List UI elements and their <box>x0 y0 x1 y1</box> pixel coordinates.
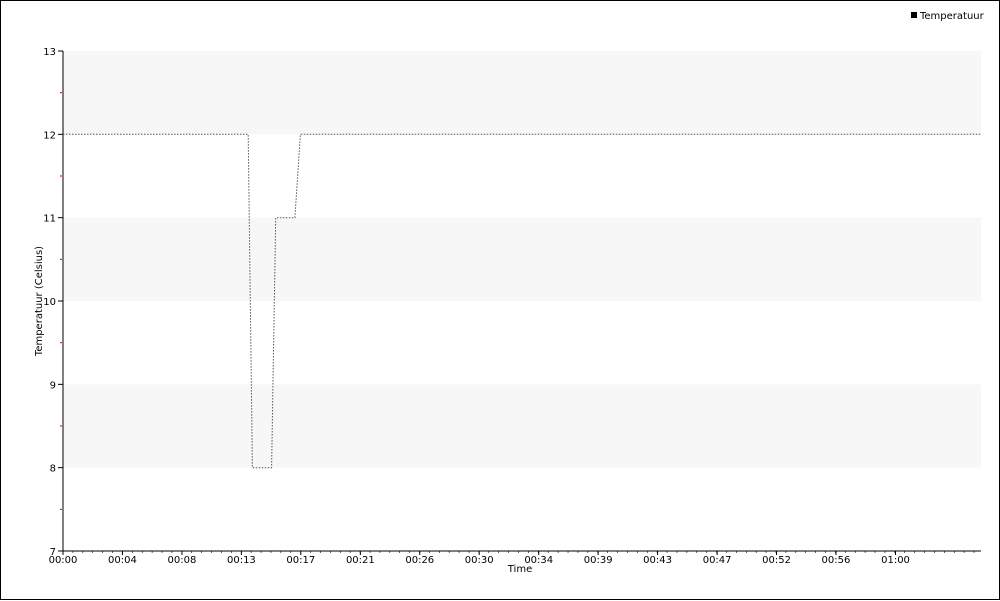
legend: Temperatuur <box>911 11 985 22</box>
x-tick-label: 00:17 <box>286 555 315 566</box>
y-tick-label: 12 <box>43 130 56 141</box>
y-tick-label: 8 <box>50 464 56 475</box>
y-axis-label: Temperatuur (Celsius) <box>34 246 45 357</box>
x-tick-label: 00:21 <box>346 555 375 566</box>
y-tick-label: 10 <box>43 297 56 308</box>
x-tick-label: 00:43 <box>643 555 672 566</box>
x-tick-label: 00:08 <box>168 555 197 566</box>
x-tick-label: 00:04 <box>108 555 137 566</box>
grid-band <box>63 384 981 468</box>
x-tick-label: 00:56 <box>822 555 851 566</box>
grid-bands <box>63 51 981 468</box>
grid-band <box>63 217 981 301</box>
grid-band <box>63 51 981 135</box>
legend-marker <box>911 12 917 18</box>
x-tick-label: 00:52 <box>762 555 791 566</box>
x-tick-label: 00:13 <box>227 555 256 566</box>
x-tick-label: 00:30 <box>465 555 494 566</box>
chart-frame: 7 8 9 10 11 12 13 00:00 00:04 00:08 00:13 00:17 00:… <box>0 0 1000 600</box>
x-tick-label: 00:26 <box>405 555 434 566</box>
y-tick-label: 11 <box>43 214 56 225</box>
y-tick-label: 13 <box>43 47 56 58</box>
y-tick-label: 9 <box>50 380 56 391</box>
chart-svg: 78910111213 00:00 00:04 00:08 00:13 00:17 00:… <box>34 11 985 575</box>
x-tick-label: 00:39 <box>584 555 613 566</box>
x-tick-label: 00:00 <box>49 555 78 566</box>
legend-label: Temperatuur <box>919 11 985 22</box>
x-tick-label: 00:47 <box>703 555 732 566</box>
x-axis-label: Time <box>507 564 532 575</box>
y-ticks: 78910111213 <box>43 47 63 558</box>
x-tick-label: 01:00 <box>881 555 910 566</box>
